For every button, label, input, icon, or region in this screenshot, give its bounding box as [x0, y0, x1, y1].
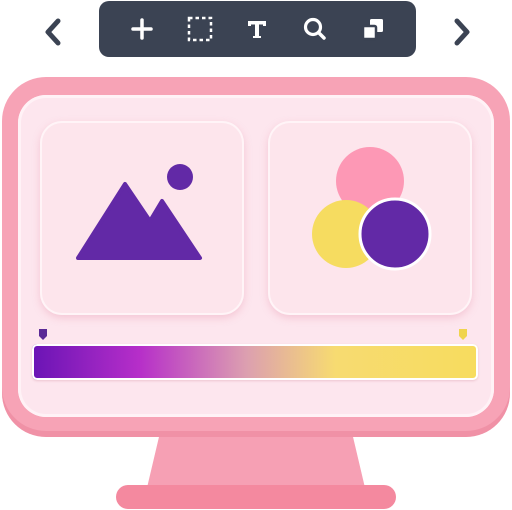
stop-marker-icon	[39, 329, 47, 340]
toolbar	[99, 1, 416, 57]
layers-icon	[361, 19, 384, 41]
move-icon	[131, 18, 153, 40]
image-card[interactable]	[40, 121, 244, 315]
stop-marker-icon	[459, 329, 467, 340]
marquee-tool-button[interactable]	[182, 11, 218, 47]
gradient-stop-start[interactable]	[38, 326, 48, 340]
previous-button[interactable]	[40, 14, 68, 50]
chevron-right-icon	[454, 18, 470, 46]
image-landscape-icon	[76, 164, 202, 260]
monitor-stand-neck	[146, 436, 366, 492]
color-circles-icon	[312, 147, 432, 271]
chevron-left-icon	[45, 18, 61, 46]
marquee-select-icon	[187, 16, 212, 42]
layers-tool-button[interactable]	[355, 11, 391, 47]
text-tool-icon	[248, 21, 267, 38]
color-card[interactable]	[268, 121, 472, 315]
monitor-stand-base	[116, 485, 396, 509]
gradient-stop-end[interactable]	[458, 326, 468, 340]
text-tool-button[interactable]	[239, 11, 275, 47]
zoom-tool-button[interactable]	[297, 11, 333, 47]
next-button[interactable]	[447, 14, 475, 50]
zoom-icon	[304, 17, 327, 40]
move-tool-button[interactable]	[124, 11, 160, 47]
gradient-slider[interactable]	[32, 344, 478, 380]
